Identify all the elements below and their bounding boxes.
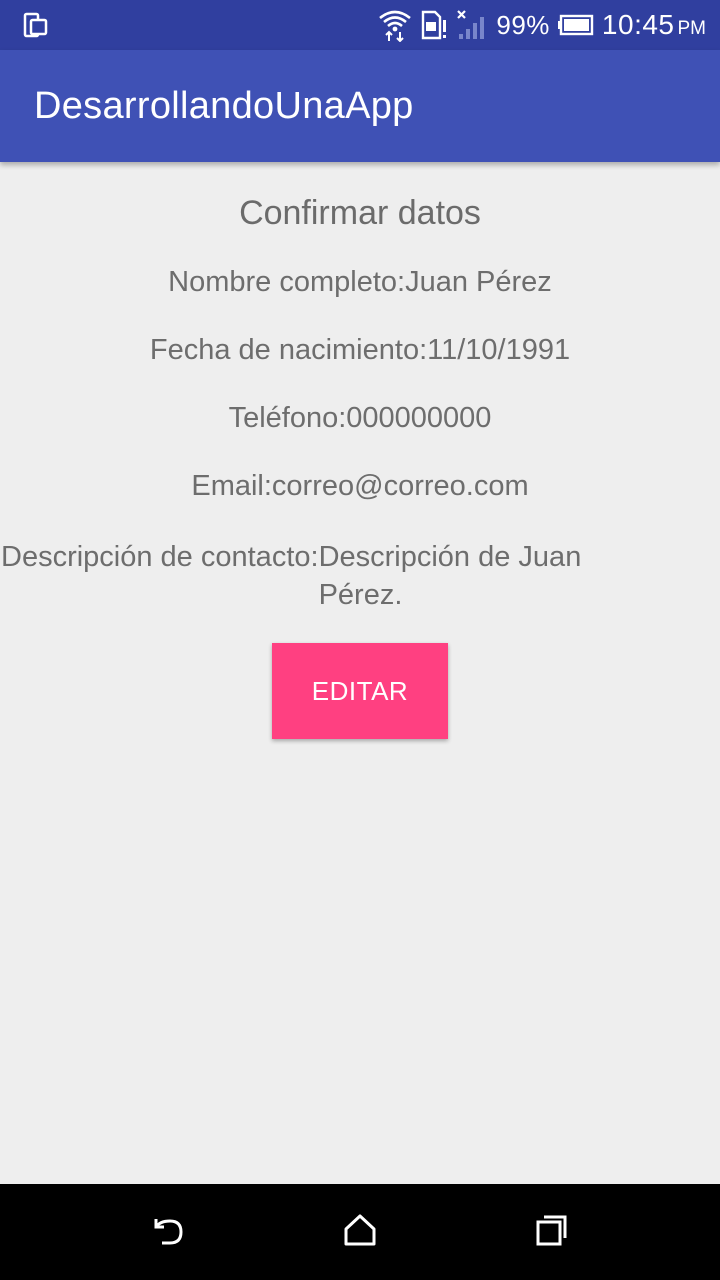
status-clock: 10:45 PM bbox=[602, 9, 706, 41]
status-bar: 99% 10:45 PM bbox=[0, 0, 720, 50]
confirm-content: Confirmar datos Nombre completo:Juan Pér… bbox=[0, 162, 720, 1184]
back-icon bbox=[148, 1210, 188, 1255]
page-heading: Confirmar datos bbox=[239, 194, 481, 232]
full-name-text: Nombre completo:Juan Pérez bbox=[168, 266, 552, 298]
sim-card-icon bbox=[420, 10, 448, 40]
app-title: DesarrollandoUnaApp bbox=[34, 84, 414, 127]
status-time: 10:45 bbox=[601, 9, 675, 40]
phone-text: Teléfono:000000000 bbox=[228, 402, 492, 434]
home-icon bbox=[340, 1210, 380, 1255]
description-value: Descripción de Juan Pérez. bbox=[318, 541, 582, 611]
birth-date-text: Fecha de nacimiento:11/10/1991 bbox=[149, 334, 571, 366]
description-label: Descripción de contacto: bbox=[1, 541, 319, 573]
status-ampm: PM bbox=[677, 18, 707, 39]
home-button[interactable] bbox=[340, 1212, 380, 1252]
wifi-icon bbox=[378, 8, 412, 42]
navigation-bar bbox=[0, 1184, 720, 1280]
app-bar: DesarrollandoUnaApp bbox=[0, 50, 720, 162]
description-row: Descripción de contacto: Descripción de … bbox=[0, 538, 720, 614]
device-mode-icon bbox=[22, 11, 50, 39]
battery-icon bbox=[557, 14, 594, 36]
battery-percent: 99% bbox=[496, 9, 550, 40]
edit-button[interactable]: EDITAR bbox=[272, 643, 448, 739]
email-text: Email:correo@correo.com bbox=[191, 470, 529, 502]
back-button[interactable] bbox=[148, 1212, 188, 1252]
recent-apps-button[interactable] bbox=[532, 1212, 572, 1252]
recent-apps-icon bbox=[532, 1210, 572, 1255]
no-signal-icon bbox=[456, 9, 488, 41]
